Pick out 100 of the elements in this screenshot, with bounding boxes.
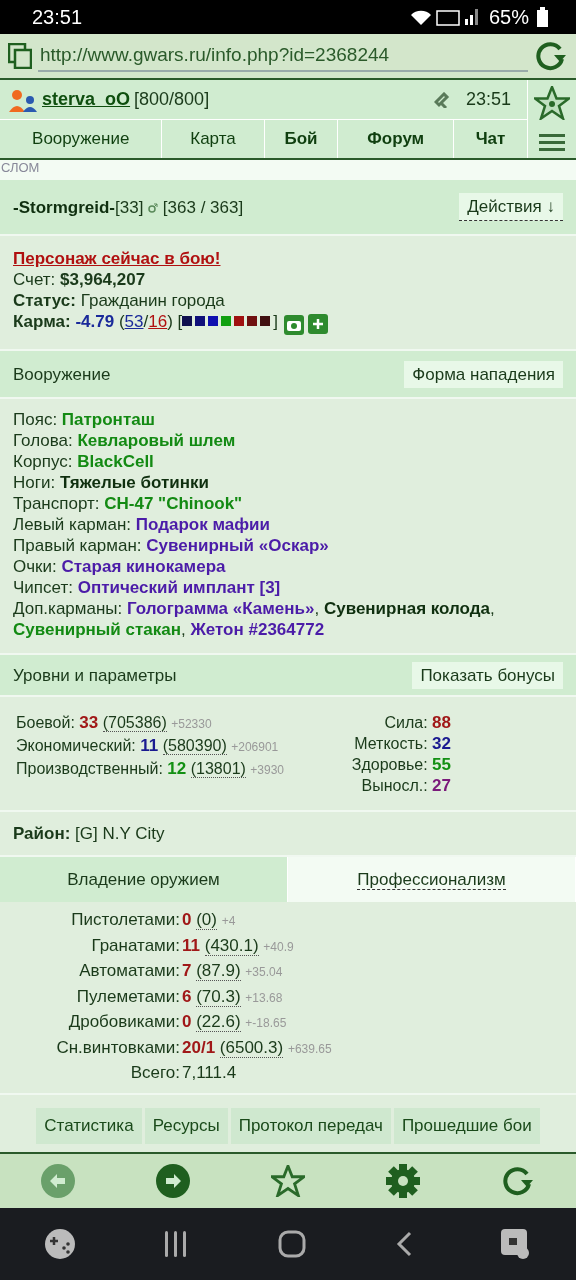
bottom-tab[interactable]: Протокол передач (230, 1107, 391, 1144)
level-value: 12 (167, 758, 187, 778)
paren-text: ) (167, 312, 173, 331)
skill-label: Сн.винтовками: (55, 1036, 180, 1059)
skill-label: Дробовиками: (67, 1011, 180, 1033)
clock-text: 23:51 (465, 89, 511, 110)
nav-link[interactable]: Карта (162, 120, 265, 158)
attack-form-button[interactable]: Форма нападения (404, 360, 563, 388)
item-link[interactable]: Тяжелые ботинки (59, 473, 209, 492)
section-title: Уровни и параметры (13, 664, 177, 686)
slot-label: Пояс: (13, 410, 58, 429)
comma-text: , (314, 599, 320, 618)
slot-label: Ноги: (13, 473, 56, 492)
bonus-text: +35.04 (245, 965, 283, 979)
refresh-icon[interactable] (534, 41, 568, 71)
level-label: Боевой: (16, 713, 75, 731)
level-value: 11 (140, 735, 159, 755)
forward-icon[interactable] (155, 1164, 190, 1198)
nav-link[interactable]: Форум (338, 120, 455, 158)
bonus-text: +13.68 (245, 990, 283, 1005)
skill-label: Гранатами: (90, 934, 180, 957)
stat-value: 32 (432, 733, 451, 753)
game-icon[interactable] (44, 1229, 75, 1259)
home-icon[interactable] (278, 1230, 306, 1258)
karma-plus-link[interactable]: 53 (124, 312, 144, 331)
menu-icon[interactable] (539, 132, 565, 152)
item-link[interactable]: Оптический имплант [3] (77, 578, 281, 597)
copy-icon[interactable] (8, 43, 32, 69)
skill-value: (0) (196, 910, 217, 930)
bonus-text: +-18.65 (245, 1016, 287, 1030)
slot-label: Голова: (13, 431, 73, 450)
users-icon (8, 87, 38, 112)
slot-label: Левый карман: (13, 515, 132, 534)
item-link[interactable]: Сувенирный «Оскар» (146, 536, 329, 555)
camera-icon[interactable] (284, 315, 304, 335)
item-link[interactable]: Сувенирная колода (323, 599, 491, 618)
reload-icon[interactable] (501, 1166, 536, 1196)
skill-value: (22.6) (196, 1012, 241, 1032)
stat-value: 88 (432, 712, 451, 732)
bookmark-star-icon[interactable] (270, 1165, 305, 1197)
recent-apps-icon[interactable] (164, 1231, 189, 1257)
account-label: Счет: (13, 270, 56, 289)
nav-link[interactable]: Вооружение (0, 120, 163, 158)
skill-level: 6 (182, 986, 192, 1006)
karma-value: -4.79 (75, 312, 115, 331)
skill-tab[interactable]: Профессионализм (288, 857, 576, 902)
stat-value: 27 (432, 775, 451, 795)
experience-value: (580390) (162, 736, 227, 755)
item-link[interactable]: Жетон #2364772 (190, 620, 325, 639)
stat-label: Меткость: (354, 734, 428, 752)
skill-tab[interactable]: Владение оружием (0, 857, 288, 902)
item-link[interactable]: CH-47 "Chinook" (104, 494, 243, 513)
karma-minus-link[interactable]: 16 (148, 312, 168, 331)
experience-value: (13801) (190, 759, 246, 778)
slot-label: Чипсет: (13, 578, 73, 597)
actions-button[interactable]: Действия ↓ (459, 193, 563, 221)
skill-level: 0 (182, 910, 192, 929)
slot-label: Очки: (13, 557, 57, 576)
slot-label: Корпус: (13, 452, 73, 471)
slash-text: / (143, 312, 149, 331)
level-label: Производственный: (16, 759, 163, 777)
nav-link[interactable]: Бой (264, 120, 339, 158)
item-link[interactable]: Голограмма «Камень» (127, 599, 315, 618)
level-label: Экономический: (16, 736, 136, 754)
nav-link[interactable]: Чат (454, 120, 527, 158)
bracket-text: ] (273, 312, 278, 331)
skill-label: Пулеметами: (75, 985, 180, 1008)
bonus-text: +40.9 (263, 939, 294, 954)
total-label: Всего: (129, 1062, 180, 1084)
bonus-text: +639.65 (287, 1041, 332, 1056)
skill-level: 0 (182, 1012, 192, 1031)
show-bonuses-button[interactable]: Показать бонусы (412, 661, 563, 689)
back-nav-icon[interactable] (395, 1231, 412, 1257)
skill-value: (430.1) (204, 935, 259, 956)
skill-label: Автоматами: (78, 960, 180, 982)
item-link[interactable]: BlackCell (77, 452, 154, 471)
bottom-tab[interactable]: Прошедшие бои (393, 1107, 540, 1144)
bracket-text: [ (177, 312, 183, 331)
account-value: $3,964,207 (60, 270, 146, 289)
item-link[interactable]: Патронташ (61, 410, 155, 429)
total-value: 7,111.4 (182, 1062, 238, 1084)
district-label: Район: (13, 824, 71, 843)
bonus-text: +3930 (250, 762, 284, 777)
alert-link[interactable]: Персонаж сейчас в бою! (13, 249, 221, 268)
bottom-tab[interactable]: Статистика (36, 1107, 142, 1144)
item-link[interactable]: Старая кинокамера (61, 557, 226, 576)
username-link[interactable]: sterva_oO (42, 89, 131, 110)
bottom-tab[interactable]: Ресурсы (144, 1107, 228, 1144)
comma-text: , (490, 599, 495, 618)
item-link[interactable]: Кевларовый шлем (77, 431, 236, 450)
bonus-text: +4 (221, 914, 236, 928)
item-link[interactable]: Подарок мафии (135, 515, 270, 534)
district-value: [G] N.Y City (75, 824, 165, 843)
item-link[interactable]: Сувенирный стакан (13, 620, 181, 639)
touch-lock-icon[interactable] (501, 1229, 532, 1259)
settings-icon[interactable] (386, 1164, 421, 1198)
star-icon[interactable] (534, 86, 570, 120)
slot-label: Доп.карманы: (13, 599, 123, 618)
add-document-icon[interactable] (308, 314, 328, 334)
battery-icon (537, 7, 548, 27)
